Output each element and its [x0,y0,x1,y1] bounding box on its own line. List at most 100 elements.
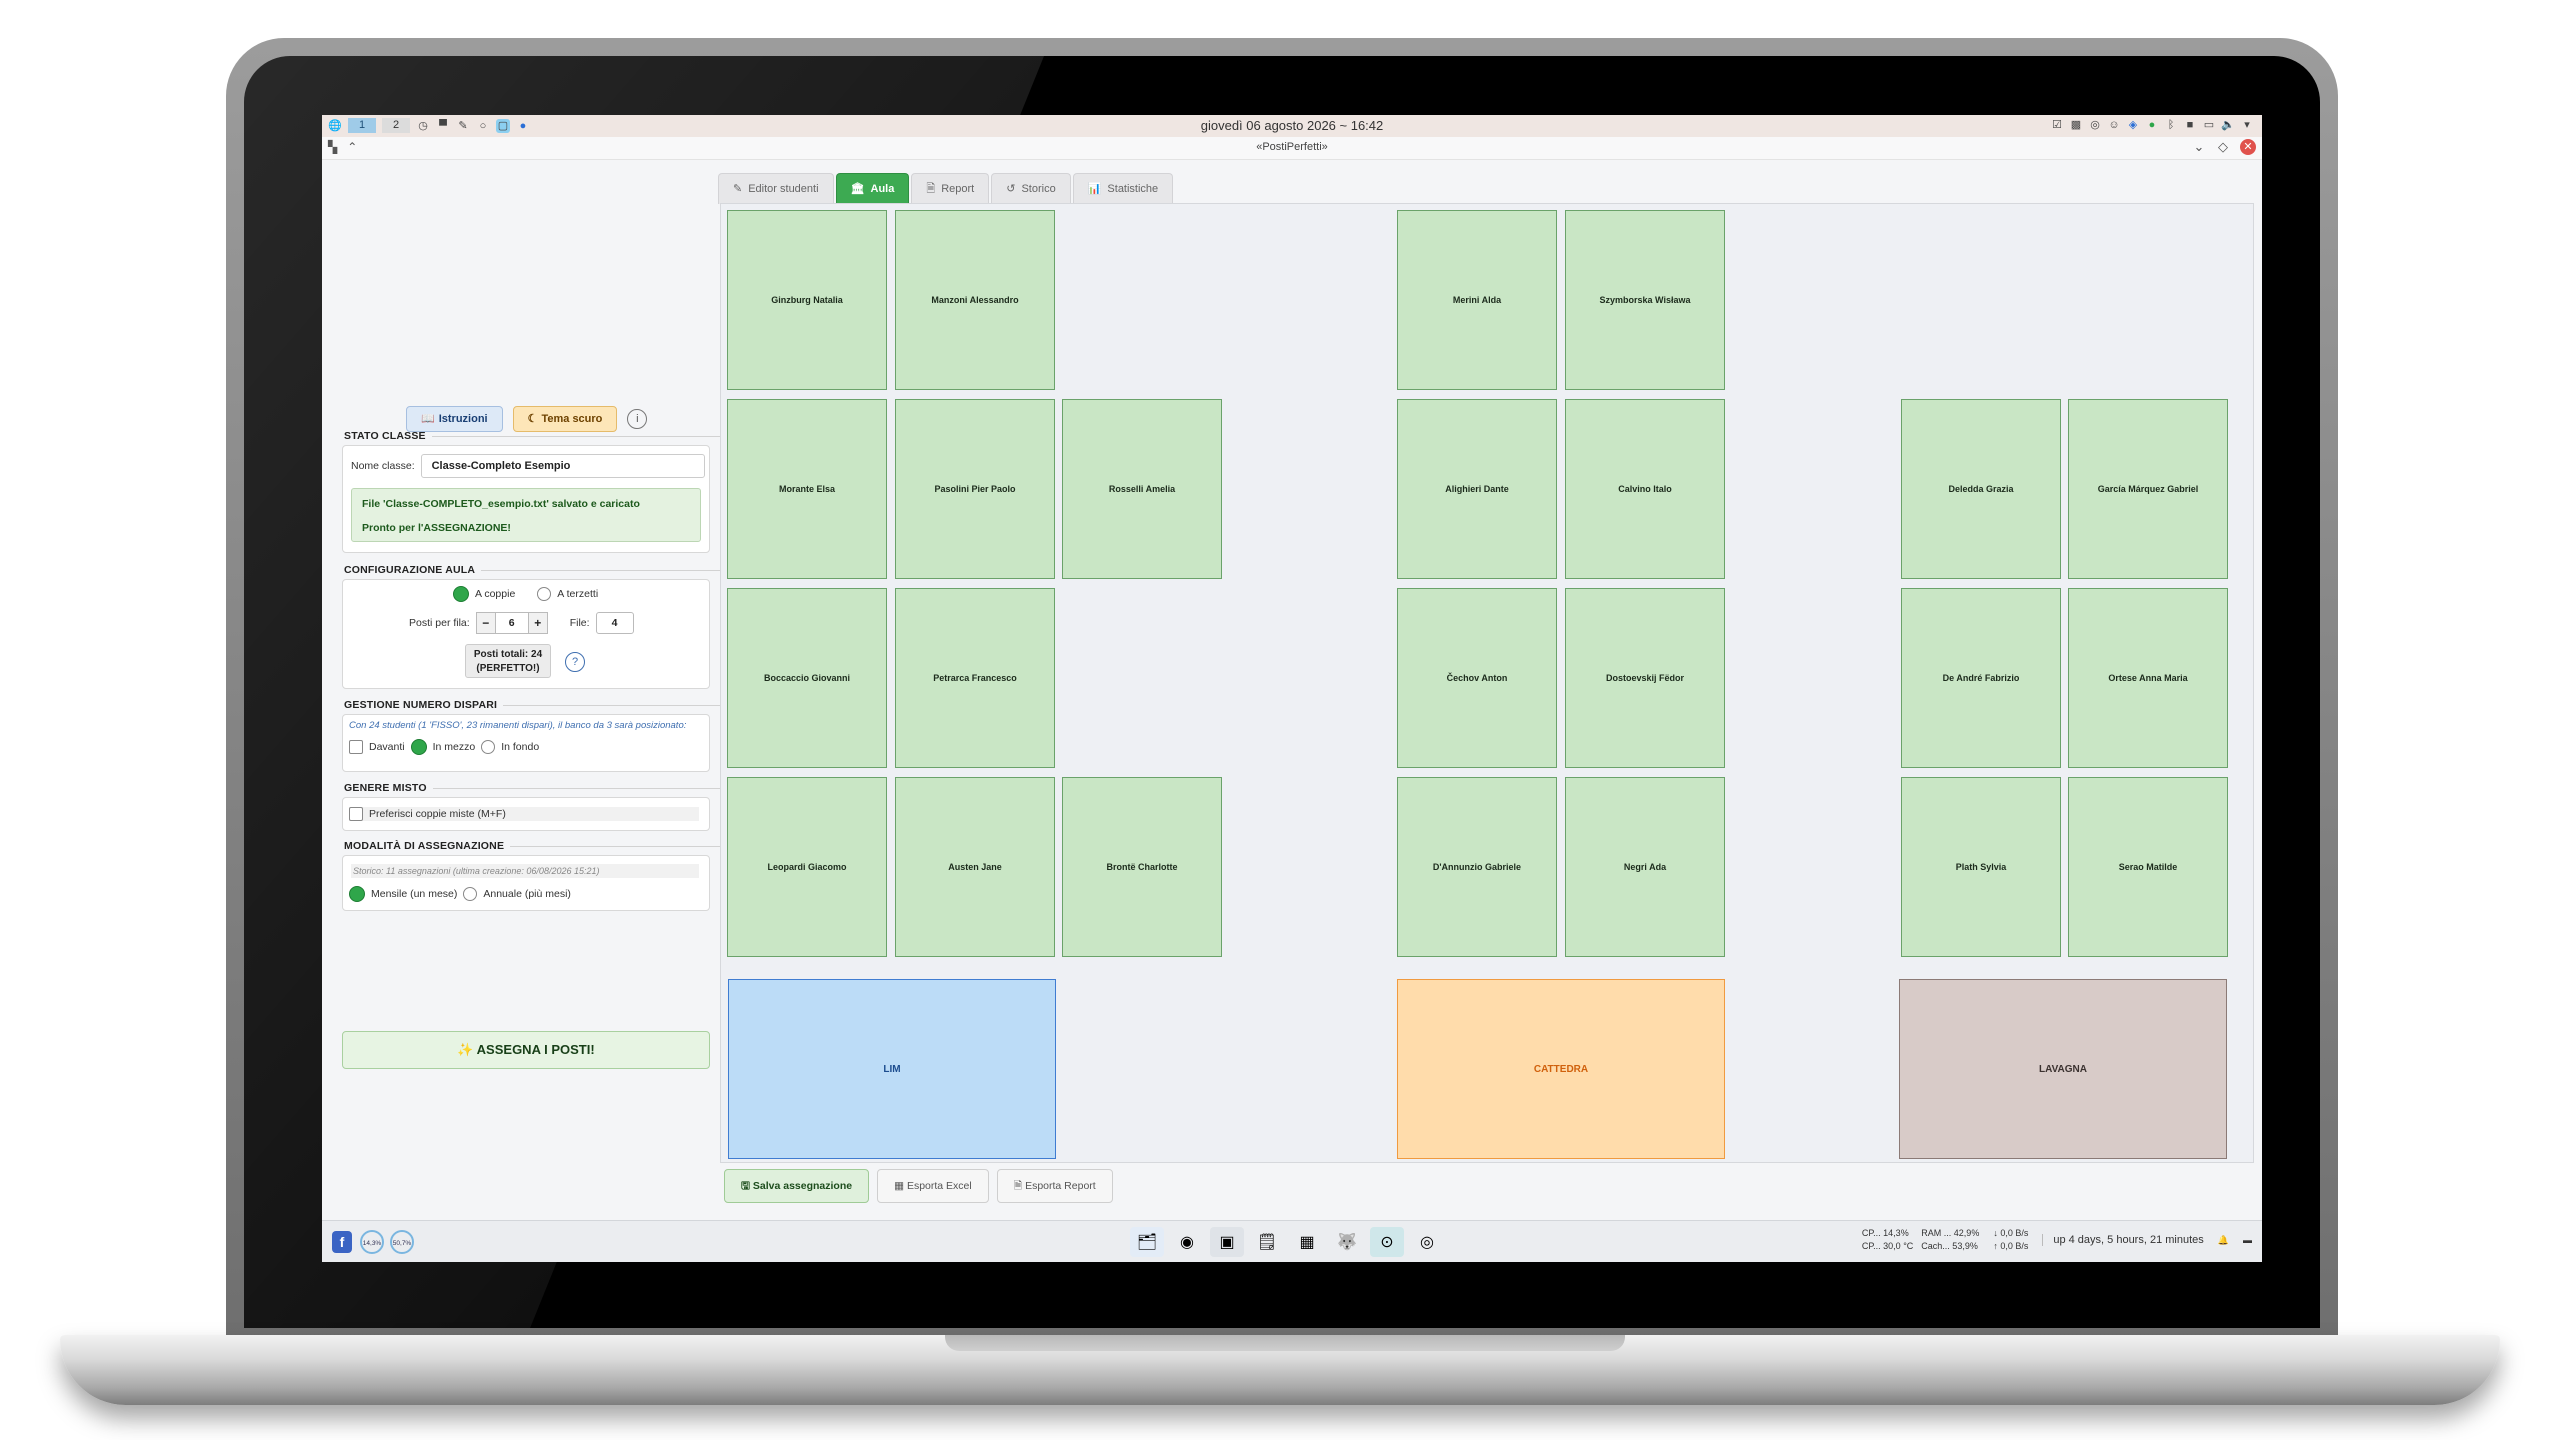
seat[interactable]: García Márquez Gabriel [2068,399,2228,579]
help-button[interactable]: ? [565,652,585,672]
seat[interactable]: Morante Elsa [727,399,887,579]
close-icon[interactable]: ✕ [2240,139,2256,155]
total-seats-line-1: Posti totali: 24 [473,649,543,660]
tab-bar: ✎ Editor studenti 🏛 Aula 🗎 Report ↺ Storico … [718,173,1174,204]
chrome-icon[interactable]: ◉ [1170,1227,1204,1257]
seat[interactable]: Calvino Italo [1565,399,1725,579]
table-icon: ▦ [894,1180,907,1192]
seat[interactable]: Manzoni Alessandro [895,210,1055,390]
classroom-icon: 🏛 [850,183,865,195]
clock[interactable]: giovedì 06 agosto 2026 ~ 16:42 [322,118,2262,133]
cpu-gauge[interactable]: 14,3% [360,1230,384,1254]
seat[interactable]: Ortese Anna Maria [2068,588,2228,768]
status-dot-icon[interactable]: ● [2145,118,2159,132]
radio-back[interactable] [481,740,496,754]
seat[interactable]: D'Annunzio Gabriele [1397,777,1557,957]
file-icon: 🗎 [1013,1180,1026,1192]
radio-yearly[interactable] [463,887,478,901]
notes-icon[interactable]: 🗒 [1250,1227,1284,1257]
network-monitor[interactable]: ↓ 0,0 B/s ↑ 0,0 B/s [1993,1227,2028,1253]
tab-editor-studenti[interactable]: ✎ Editor studenti [718,173,834,204]
section-title-stato: STATO CLASSE [344,430,731,442]
seat[interactable]: Pasolini Pier Paolo [895,399,1055,579]
screen-recorder-icon[interactable]: ◎ [1410,1227,1444,1257]
radio-triples[interactable] [537,587,552,601]
notification-bell-icon[interactable]: 🔔 [2218,1235,2229,1246]
dark-theme-button[interactable]: ☾ Tema scuro [512,406,618,432]
menu-arrow-icon[interactable]: ▾ [2240,118,2254,132]
bluetooth-icon[interactable]: ᛒ [2164,118,2178,132]
radio-monthly[interactable] [349,886,365,902]
tab-storico[interactable]: ↺ Storico [991,173,1071,204]
net-up: ↑ 0,0 B/s [1993,1241,2029,1251]
decrement-button[interactable]: − [475,612,496,634]
save-assignment-button[interactable]: 🖫 Salva assegnazione [724,1169,870,1203]
modalita-box: Storico: 11 assegnazioni (ultima creazio… [342,855,710,911]
software-center-icon[interactable]: ▦ [1290,1227,1324,1257]
radio-middle-label: In mezzo [432,741,476,753]
seat[interactable]: Dostoevskij Fëdor [1565,588,1725,768]
tab-statistiche[interactable]: 📊 Statistiche [1072,173,1174,204]
seat[interactable]: Alighieri Dante [1397,399,1557,579]
tab-report[interactable]: 🗎 Report [911,173,990,204]
seat[interactable]: Austen Jane [895,777,1055,957]
laptop-notch [945,1335,1625,1351]
class-name-input[interactable]: Classe-Completo Esempio [420,454,705,478]
radio-pairs[interactable] [453,586,469,602]
battery-icon[interactable]: ■ [2183,118,2197,132]
tab-aula[interactable]: 🏛 Aula [835,173,910,204]
seat[interactable]: Rosselli Amelia [1062,399,1222,579]
radio-front[interactable] [349,740,363,754]
memory-gauge[interactable]: 50,7% [390,1230,414,1254]
export-excel-button[interactable]: ▦ Esporta Excel [877,1169,989,1203]
seat[interactable]: Ginzburg Natalia [727,210,887,390]
radio-middle[interactable] [410,739,427,755]
seat[interactable]: Merini Alda [1397,210,1557,390]
increment-button[interactable]: + [527,612,548,634]
display-icon[interactable]: ▭ [2202,118,2216,132]
info-button[interactable]: i [627,409,648,429]
seat[interactable]: Leopardi Giacomo [727,777,887,957]
ram-usage: RAM ... 42,9% [1921,1228,1980,1238]
section-title-dispari: GESTIONE NUMERO DISPARI [344,699,804,711]
seat[interactable]: Čechov Anton [1397,588,1557,768]
terminal-icon[interactable]: ▣ [1210,1227,1244,1257]
seat[interactable]: Petrarca Francesco [895,588,1055,768]
system-monitor[interactable]: CP... 14,3% RAM ... 42,9% CP... 30,0 °C … [1862,1227,1980,1253]
gimp-icon[interactable]: 🐺 [1330,1227,1364,1257]
mixed-pairs-checkbox[interactable] [349,807,363,821]
seat[interactable]: De André Fabrizio [1901,588,2061,768]
status-line-1: File 'Classe-COMPLETO_esempio.txt' salva… [362,498,640,510]
window-title: «PostiPerfetti» [1256,141,1328,153]
seat[interactable]: Szymborska Wisława [1565,210,1725,390]
blackboard: LAVAGNA [1899,979,2227,1159]
seat[interactable]: Serao Matilde [2068,777,2228,957]
rows-input[interactable]: 4 [595,612,634,634]
show-desktop-icon[interactable]: ▬ [2243,1235,2252,1245]
volume-icon[interactable]: 🔈 [2221,118,2235,132]
python-app-icon[interactable]: ⊙ [1370,1227,1404,1257]
maximize-icon[interactable]: ◇ [2216,139,2230,155]
seat[interactable]: Deledda Grazia [1901,399,2061,579]
search-icon[interactable]: ◎ [2088,118,2102,132]
update-icon[interactable]: ◈ [2126,118,2140,132]
genere-box: Preferisci coppie miste (M+F) [342,797,710,831]
export-report-button[interactable]: 🗎 Esporta Report [996,1169,1113,1203]
seats-per-row-value[interactable]: 6 [495,612,528,634]
cache-usage: Cach... 53,9% [1921,1241,1978,1251]
instructions-button[interactable]: 📖 Istruzioni [406,406,503,432]
cpu-temp: CP... 30,0 °C [1861,1241,1914,1251]
clipboard-icon[interactable]: ☑ [2050,118,2064,132]
user-icon[interactable]: ☺ [2107,118,2121,132]
seat[interactable]: Boccaccio Giovanni [727,588,887,768]
tray-icon[interactable]: ▩ [2069,118,2083,132]
start-menu-icon[interactable]: f [332,1231,352,1253]
save-icon: 🖫 [741,1180,753,1192]
assign-seats-button[interactable]: ✨ ASSEGNA I POSTI! [342,1031,710,1069]
seat[interactable]: Brontë Charlotte [1062,777,1222,957]
minimize-icon[interactable]: ⌄ [2192,139,2206,155]
chart-icon: 📊 [1087,183,1102,195]
seat[interactable]: Plath Sylvia [1901,777,2061,957]
seat[interactable]: Negri Ada [1565,777,1725,957]
file-manager-icon[interactable]: 🗂 [1130,1227,1164,1257]
